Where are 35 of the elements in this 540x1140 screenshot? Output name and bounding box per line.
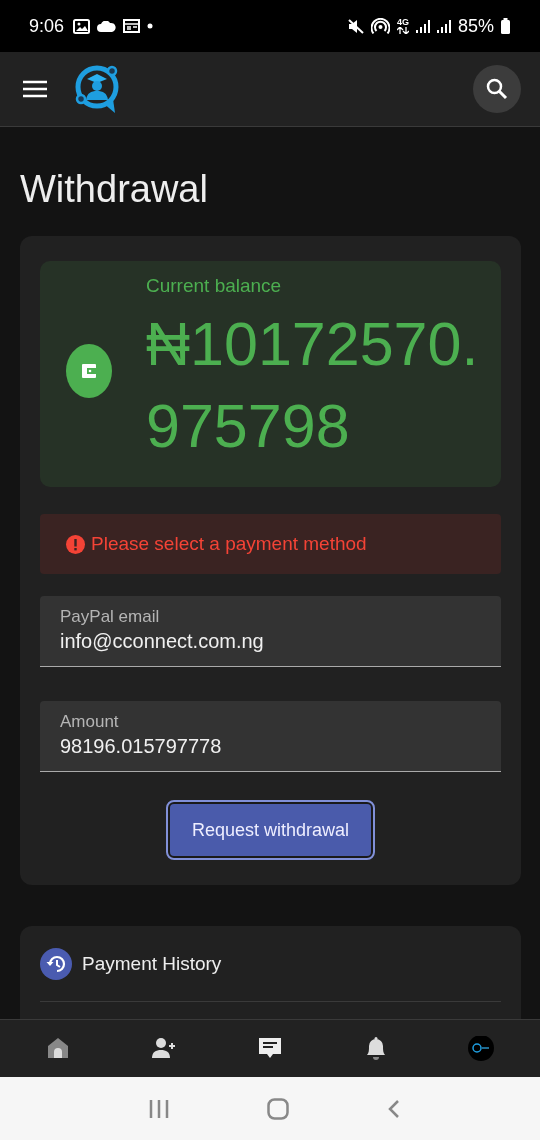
signal-icon xyxy=(415,19,430,33)
signal-icon xyxy=(436,19,451,33)
clock-time: 9:06 xyxy=(29,15,65,37)
text-field[interactable]: PayPal email info@cconnect.com.ng xyxy=(40,596,501,667)
page-title: Withdrawal xyxy=(20,167,209,212)
home-button-icon[interactable] xyxy=(267,1097,289,1120)
back-icon[interactable] xyxy=(387,1098,401,1119)
request-withdrawal-button[interactable]: Request withdrawal xyxy=(167,802,374,858)
image-icon xyxy=(73,18,91,34)
network-type: 4G xyxy=(396,18,409,27)
history-icon xyxy=(40,948,72,980)
search-button[interactable] xyxy=(473,65,521,113)
search-icon xyxy=(485,77,509,101)
wallet-icon xyxy=(66,344,112,398)
cloud-icon xyxy=(97,20,117,32)
payment-history-title: Payment History xyxy=(82,953,222,975)
text-field[interactable]: Amount 98196.015797778 xyxy=(40,701,501,772)
battery-icon xyxy=(501,18,510,34)
calendar-icon xyxy=(123,19,141,33)
field-label: Amount xyxy=(60,712,120,732)
balance-amount: ₦10172570.975798 xyxy=(146,309,480,462)
battery-percent: 85% xyxy=(457,15,494,37)
hotspot-icon xyxy=(370,18,390,34)
recent-apps-icon[interactable] xyxy=(149,1098,169,1119)
data-arrows-icon xyxy=(396,27,409,34)
text-input[interactable]: 98196.015797778 xyxy=(60,735,481,758)
balance-label: Current balance xyxy=(146,275,283,297)
menu-icon[interactable] xyxy=(23,80,47,98)
error-icon xyxy=(66,534,85,554)
error-message: Please select a payment method xyxy=(91,533,367,555)
dot-icon xyxy=(147,23,154,29)
mute-icon xyxy=(347,18,364,34)
avatar-icon[interactable] xyxy=(468,1035,495,1062)
field-label: PayPal email xyxy=(60,607,161,627)
text-input[interactable]: info@cconnect.com.ng xyxy=(60,630,481,653)
